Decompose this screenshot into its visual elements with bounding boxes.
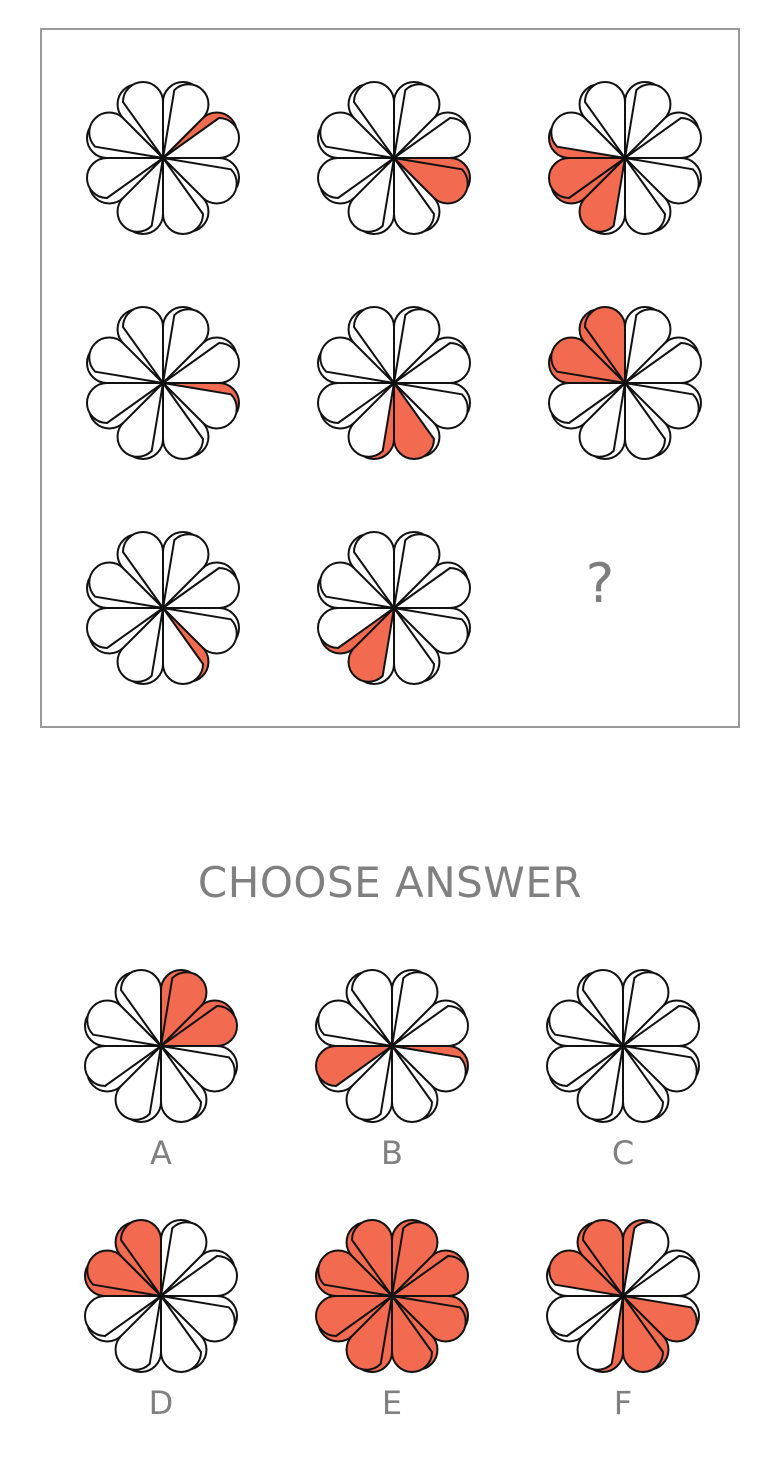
answer-label-a: A	[150, 1134, 172, 1172]
answer-option-b[interactable]: B	[314, 968, 470, 1208]
answer-label-f: F	[613, 1384, 633, 1422]
answer-option-c[interactable]: C	[545, 968, 701, 1208]
answer-option-a[interactable]: A	[83, 968, 239, 1208]
flower-graphic	[86, 81, 240, 235]
flower-cell-2-2	[316, 305, 472, 461]
answer-label-b: B	[381, 1134, 403, 1172]
flower-graphic	[548, 306, 702, 460]
flower-cell-2-3	[547, 305, 703, 461]
flower-graphic	[317, 306, 471, 460]
flower-graphic	[84, 969, 238, 1123]
answer-flower-b[interactable]	[314, 968, 470, 1124]
flower-cell-3-1	[85, 530, 241, 686]
flower-cell-1-3	[547, 80, 703, 236]
answer-flower-e[interactable]	[314, 1218, 470, 1374]
flower-cell-1-1	[85, 80, 241, 236]
flower-graphic	[317, 81, 471, 235]
answer-option-f[interactable]: F	[545, 1218, 701, 1458]
choose-answer-title: CHOOSE ANSWER	[197, 858, 583, 907]
flower-cell-1-2	[316, 80, 472, 236]
flower-graphic	[548, 81, 702, 235]
flower-graphic	[86, 531, 240, 685]
answer-label-e: E	[381, 1384, 403, 1422]
flower-graphic	[317, 531, 471, 685]
flower-graphic	[546, 969, 700, 1123]
answer-flower-d[interactable]	[83, 1218, 239, 1374]
flower-cell-2-1	[85, 305, 241, 461]
puzzle-grid: ?	[40, 28, 740, 728]
flower-graphic	[315, 1219, 469, 1373]
answer-option-e[interactable]: E	[314, 1218, 470, 1458]
flower-graphic	[86, 306, 240, 460]
flower-graphic	[84, 1219, 238, 1373]
answer-option-d[interactable]: D	[83, 1218, 239, 1458]
answer-flower-f[interactable]	[545, 1218, 701, 1374]
answer-flower-c[interactable]	[545, 968, 701, 1124]
answer-flower-a[interactable]	[83, 968, 239, 1124]
flower-graphic	[315, 969, 469, 1123]
question-mark: ?	[585, 552, 615, 615]
flower-cell-3-2	[316, 530, 472, 686]
flower-graphic	[546, 1219, 700, 1373]
answer-label-d: D	[148, 1384, 174, 1422]
answer-label-c: C	[611, 1134, 635, 1172]
